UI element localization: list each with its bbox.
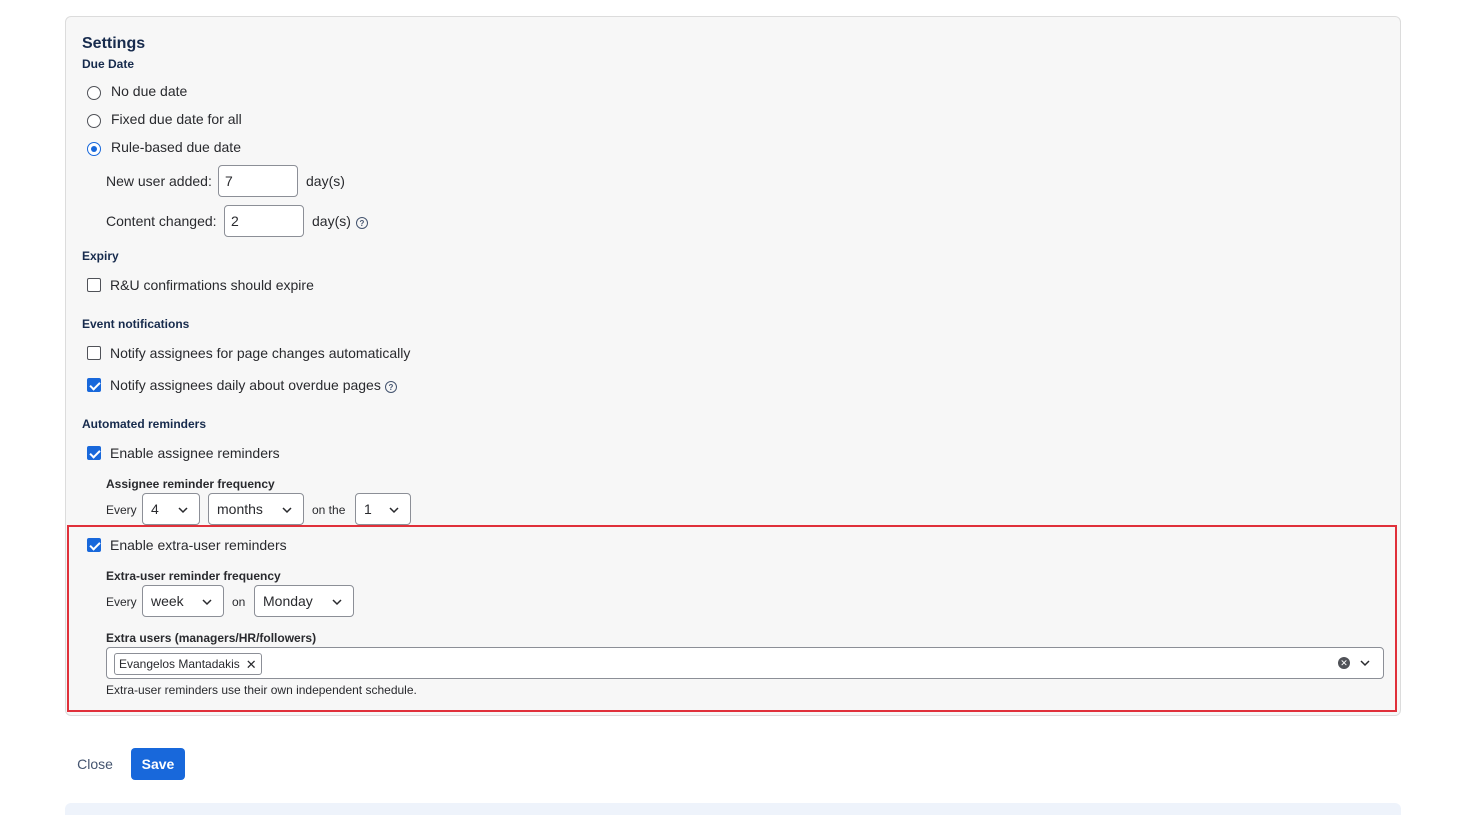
- notify-overdue-checkbox[interactable]: [87, 378, 101, 392]
- enable-assignee-reminders-checkbox[interactable]: [87, 446, 101, 460]
- fixed-due-date-label: Fixed due date for all: [111, 111, 242, 127]
- extra-day-select[interactable]: Monday: [254, 585, 354, 617]
- next-panel-edge: [65, 803, 1401, 815]
- expiry-heading: Expiry: [82, 249, 119, 263]
- assignee-day-select[interactable]: 1: [355, 493, 411, 525]
- extra-on-label: on: [232, 595, 246, 609]
- no-due-date-radio[interactable]: [87, 86, 101, 100]
- confirmations-expire-label: R&U confirmations should expire: [110, 277, 314, 293]
- due-date-heading: Due Date: [82, 57, 135, 71]
- extra-help-text: Extra-user reminders use their own indep…: [106, 683, 417, 697]
- automated-reminders-heading: Automated reminders: [82, 417, 207, 431]
- event-notifications-heading: Event notifications: [82, 317, 190, 331]
- chevron-down-icon: [389, 507, 399, 514]
- assignee-unit-value: months: [217, 501, 263, 517]
- save-button[interactable]: Save: [131, 748, 185, 780]
- confirmations-expire-checkbox[interactable]: [87, 278, 101, 292]
- user-chip: Evangelos Mantadakis ✕: [114, 653, 262, 675]
- clear-icon[interactable]: ✕: [1338, 657, 1350, 669]
- new-user-added-input[interactable]: [218, 165, 298, 197]
- chevron-down-icon: [282, 507, 292, 514]
- content-changed-label: Content changed:: [106, 213, 217, 229]
- extra-users-select[interactable]: Evangelos Mantadakis ✕ ✕: [106, 647, 1384, 679]
- assignee-every-label: Every: [106, 503, 137, 517]
- assignee-frequency-label: Assignee reminder frequency: [106, 477, 275, 491]
- notify-page-changes-checkbox[interactable]: [87, 346, 101, 360]
- notify-overdue-label: Notify assignees daily about overdue pag…: [110, 377, 381, 393]
- content-changed-unit: day(s): [312, 213, 351, 229]
- no-due-date-label: No due date: [111, 83, 188, 99]
- fixed-due-date-radio[interactable]: [87, 114, 101, 128]
- close-button[interactable]: Close: [66, 748, 124, 780]
- on-the-label: on the: [312, 503, 346, 517]
- assignee-every-select[interactable]: 4: [142, 493, 200, 525]
- page-title: Settings: [82, 35, 146, 52]
- extra-every-select[interactable]: week: [142, 585, 224, 617]
- content-changed-input[interactable]: [224, 205, 304, 237]
- assignee-day-value: 1: [364, 501, 372, 517]
- rule-based-due-date-label: Rule-based due date: [111, 139, 241, 155]
- chevron-down-icon: [202, 599, 212, 606]
- rule-based-due-date-radio[interactable]: [87, 142, 101, 156]
- user-chip-label: Evangelos Mantadakis: [119, 657, 240, 671]
- assignee-every-value: 4: [151, 501, 159, 517]
- extra-users-label: Extra users (managers/HR/followers): [106, 631, 317, 645]
- chevron-down-icon: [332, 599, 342, 606]
- close-icon[interactable]: ✕: [246, 658, 257, 671]
- enable-extra-user-reminders-label: Enable extra-user reminders: [110, 537, 287, 553]
- assignee-unit-select[interactable]: months: [208, 493, 304, 525]
- extra-every-label: Every: [106, 595, 137, 609]
- question-circle-icon[interactable]: ?: [356, 217, 368, 229]
- enable-assignee-reminders-label: Enable assignee reminders: [110, 445, 280, 461]
- new-user-added-label: New user added:: [106, 173, 212, 189]
- extra-every-value: week: [151, 593, 184, 609]
- notify-page-changes-label: Notify assignees for page changes automa…: [110, 345, 411, 361]
- enable-extra-user-reminders-checkbox[interactable]: [87, 538, 101, 552]
- extra-frequency-label: Extra-user reminder frequency: [106, 569, 281, 583]
- question-circle-icon[interactable]: ?: [385, 381, 397, 393]
- new-user-unit: day(s): [306, 173, 345, 189]
- chevron-down-icon[interactable]: [1359, 657, 1371, 669]
- extra-day-value: Monday: [263, 593, 313, 609]
- chevron-down-icon: [178, 507, 188, 514]
